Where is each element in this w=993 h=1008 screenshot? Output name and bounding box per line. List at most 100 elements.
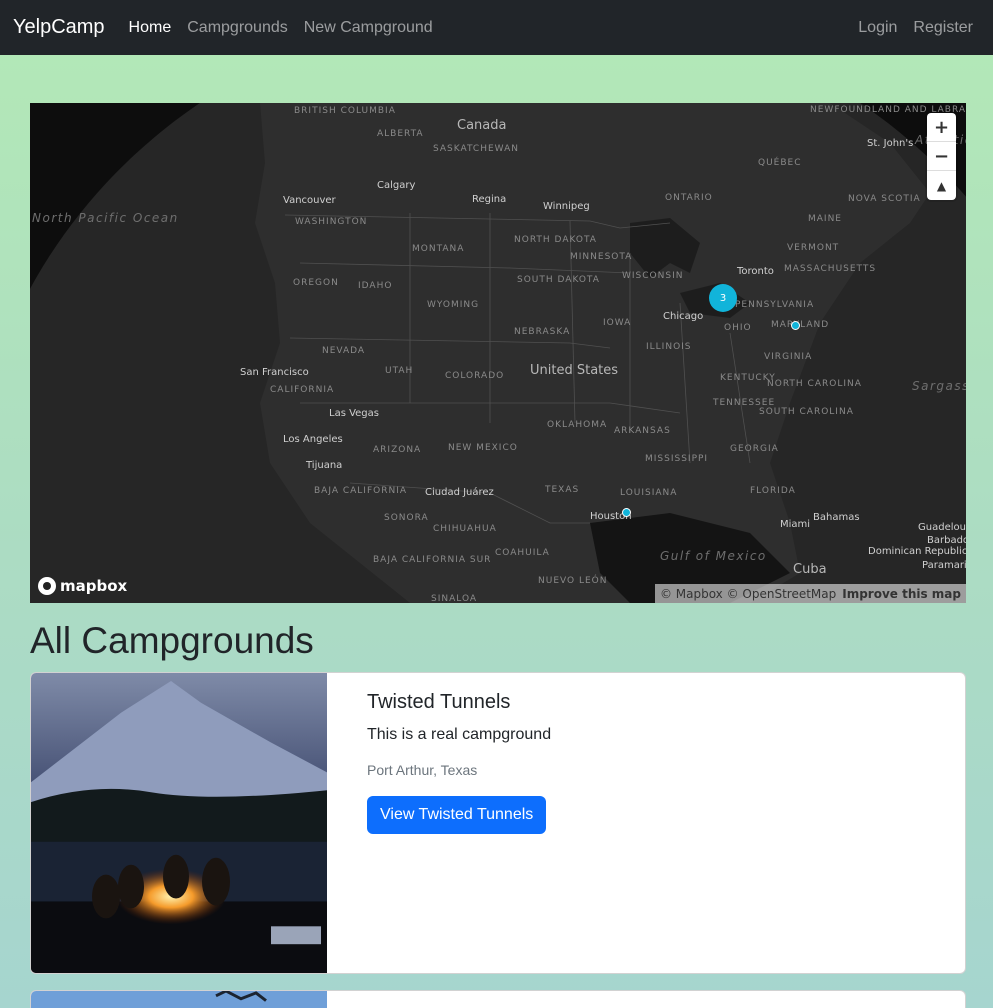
campground-image bbox=[31, 673, 327, 973]
cluster-map[interactable]: BRITISH COLUMBIA ALBERTA Canada SASKATCH… bbox=[30, 103, 966, 603]
nav-home[interactable]: Home bbox=[129, 19, 172, 37]
map-label: Vancouver bbox=[283, 195, 336, 206]
map-navigation-controls: + − ▲ bbox=[927, 113, 956, 200]
map-label: SINALOA bbox=[431, 594, 478, 603]
map-label: BRITISH COLUMBIA bbox=[294, 106, 396, 116]
map-label: WASHINGTON bbox=[295, 217, 368, 227]
map-label: FLORIDA bbox=[750, 486, 796, 496]
map-label: TEXAS bbox=[545, 485, 580, 495]
map-label: Toronto bbox=[737, 266, 774, 277]
map-label: Bahamas bbox=[813, 512, 860, 523]
map-label: NEW MEXICO bbox=[448, 443, 518, 453]
map-label: ONTARIO bbox=[665, 193, 713, 203]
map-label: VIRGINIA bbox=[764, 352, 813, 362]
map-label: MASSACHUSETTS bbox=[784, 264, 877, 274]
map-label: North Pacific Ocean bbox=[32, 211, 179, 225]
map-label: Winnipeg bbox=[543, 201, 590, 212]
map-label: Tijuana bbox=[306, 460, 343, 471]
campground-title: Twisted Tunnels bbox=[367, 691, 511, 713]
map-label: Cuba bbox=[793, 562, 827, 577]
campground-card bbox=[30, 990, 966, 1008]
map-label: CHIHUAHUA bbox=[433, 524, 497, 534]
map-attribution: © Mapbox © OpenStreetMap Improve this ma… bbox=[654, 584, 966, 603]
map-label: WYOMING bbox=[427, 300, 480, 310]
campground-point-marker[interactable] bbox=[791, 321, 800, 330]
map-label: QUÉBEC bbox=[758, 158, 802, 168]
map-label: Dominican Republic bbox=[868, 546, 966, 557]
map-label: COLORADO bbox=[445, 371, 505, 381]
map-label: Chicago bbox=[663, 311, 704, 322]
map-label: BAJA CALIFORNIA bbox=[314, 486, 408, 496]
zoom-in-button[interactable]: + bbox=[927, 113, 956, 142]
map-label: United States bbox=[530, 363, 619, 378]
map-label: NUEVO LEÓN bbox=[538, 576, 608, 586]
nav-campgrounds[interactable]: Campgrounds bbox=[187, 19, 288, 37]
map-label: Calgary bbox=[377, 180, 416, 191]
map-label: Sargasso Sea bbox=[912, 379, 966, 393]
map-label: COAHUILA bbox=[495, 548, 550, 558]
nav-login[interactable]: Login bbox=[858, 19, 897, 37]
map-label: BAJA CALIFORNIA SUR bbox=[373, 555, 492, 565]
improve-map-link[interactable]: Improve this map bbox=[842, 587, 961, 601]
campground-point-marker[interactable] bbox=[622, 508, 631, 517]
map-label: UTAH bbox=[385, 366, 414, 376]
compass-button[interactable]: ▲ bbox=[927, 171, 956, 200]
map-label: MAINE bbox=[808, 214, 842, 224]
map-label: SASKATCHEWAN bbox=[433, 144, 519, 154]
brand-logo[interactable]: YelpCamp bbox=[13, 16, 105, 39]
map-label: NOVA SCOTIA bbox=[848, 194, 921, 204]
card-body: Twisted Tunnels This is a real campgroun… bbox=[367, 691, 945, 834]
map-label: CALIFORNIA bbox=[270, 385, 335, 395]
nav-right: Login Register bbox=[858, 19, 993, 37]
map-label: Canada bbox=[457, 118, 507, 133]
map-label: Paramaribo bbox=[922, 560, 966, 571]
map-label: Ciudad Juárez bbox=[425, 487, 494, 498]
campground-image bbox=[31, 991, 327, 1008]
view-campground-button[interactable]: View Twisted Tunnels bbox=[367, 796, 547, 834]
map-label: MARYLAND bbox=[771, 320, 830, 330]
navbar: YelpCamp Home Campgrounds New Campground… bbox=[0, 0, 993, 55]
map-label: MISSISSIPPI bbox=[645, 454, 709, 464]
map-label: LOUISIANA bbox=[620, 488, 678, 498]
map-label: San Francisco bbox=[240, 367, 309, 378]
map-label: Los Angeles bbox=[283, 434, 343, 445]
map-label: Las Vegas bbox=[329, 408, 379, 419]
map-label: MINNESOTA bbox=[570, 252, 633, 262]
map-label: OKLAHOMA bbox=[547, 420, 608, 430]
map-label: PENNSYLVANIA bbox=[735, 300, 815, 310]
nav-register[interactable]: Register bbox=[913, 19, 973, 37]
campground-card: Twisted Tunnels This is a real campgroun… bbox=[30, 672, 966, 974]
map-label: Guadeloupe bbox=[918, 522, 966, 533]
map-label: IOWA bbox=[603, 318, 632, 328]
map-label: SONORA bbox=[384, 513, 429, 523]
map-label: NORTH CAROLINA bbox=[767, 379, 862, 389]
map-label: IDAHO bbox=[358, 281, 393, 291]
map-label: VERMONT bbox=[787, 243, 840, 253]
zoom-out-button[interactable]: − bbox=[927, 142, 956, 171]
map-label: ARIZONA bbox=[373, 445, 422, 455]
mapbox-logo-text: mapbox bbox=[60, 577, 128, 595]
map-label: ILLINOIS bbox=[646, 342, 692, 352]
map-label: NORTH DAKOTA bbox=[514, 235, 597, 245]
map-label: Gulf of Mexico bbox=[660, 549, 767, 563]
map-label: Regina bbox=[472, 194, 507, 205]
campground-location: Port Arthur, Texas bbox=[367, 762, 478, 778]
map-label: St. John's bbox=[867, 138, 914, 149]
map-label: WISCONSIN bbox=[622, 271, 684, 281]
mapbox-logo-icon bbox=[38, 577, 56, 595]
map-label: NEVADA bbox=[322, 346, 366, 356]
cluster-marker[interactable]: 3 bbox=[709, 284, 737, 312]
map-basemap bbox=[30, 103, 966, 603]
nav-new-campground[interactable]: New Campground bbox=[304, 19, 433, 37]
map-label: GEORGIA bbox=[730, 444, 779, 454]
mapbox-logo[interactable]: mapbox bbox=[38, 577, 127, 595]
map-label: ARKANSAS bbox=[614, 426, 671, 436]
map-label: OREGON bbox=[293, 278, 339, 288]
map-label: SOUTH CAROLINA bbox=[759, 407, 854, 417]
map-label: Miami bbox=[780, 519, 811, 530]
page-title: All Campgrounds bbox=[30, 620, 314, 661]
map-label: ALBERTA bbox=[377, 129, 424, 139]
campground-description: This is a real campground bbox=[367, 726, 552, 743]
map-label: SOUTH DAKOTA bbox=[517, 275, 600, 285]
attribution-text[interactable]: © Mapbox © OpenStreetMap bbox=[660, 587, 836, 601]
